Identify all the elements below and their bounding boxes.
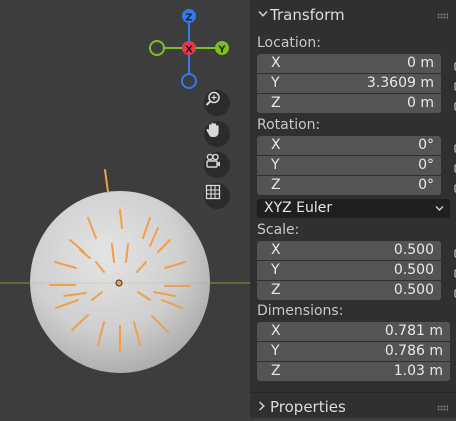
field-axis-label: Z — [271, 282, 281, 298]
properties-panel-header[interactable]: Properties — [250, 392, 456, 421]
dimensions-label: Dimensions: — [257, 303, 344, 319]
field-axis-label: Y — [271, 75, 280, 91]
rotation-mode-value: XYZ Euler — [264, 200, 333, 216]
transform-panel-header[interactable]: Transform — [250, 1, 456, 29]
pan-button[interactable] — [204, 121, 230, 147]
location-x-field[interactable]: X 0 m — [257, 54, 441, 73]
field-value: 0.786 m — [384, 343, 443, 359]
scale-label: Scale: — [257, 222, 300, 238]
field-axis-label: Z — [271, 363, 281, 379]
rotation-mode-dropdown[interactable]: XYZ Euler — [257, 199, 450, 218]
gizmo-x-label: X — [185, 45, 193, 56]
hand-pan-icon — [206, 122, 219, 137]
field-value: 0° — [418, 137, 434, 153]
field-value: 0.500 — [393, 242, 434, 258]
field-axis-label: Y — [271, 262, 280, 278]
viewport-canvas[interactable]: Z Y X — [0, 0, 250, 418]
dimensions-x-field[interactable]: X 0.781 m — [257, 322, 450, 341]
field-axis-label: X — [271, 242, 281, 258]
field-axis-label: Y — [271, 343, 280, 359]
drag-grip-icon[interactable] — [437, 405, 448, 411]
zoom-icon — [205, 91, 220, 106]
scale-y-field[interactable]: Y 0.500 — [257, 261, 441, 280]
field-axis-label: X — [271, 137, 281, 153]
transform-panel-title: Transform — [270, 6, 345, 24]
field-value: 0.500 — [393, 262, 434, 278]
field-axis-label: X — [271, 323, 281, 339]
field-value: 3.3609 m — [366, 75, 434, 91]
chevron-down-icon — [435, 206, 444, 211]
scale-z-field[interactable]: Z 0.500 — [257, 281, 441, 300]
field-axis-label: Z — [271, 95, 281, 111]
field-value: 0 m — [407, 95, 434, 111]
rotation-label: Rotation: — [257, 117, 321, 133]
dimensions-y-field[interactable]: Y 0.786 m — [257, 342, 450, 361]
gizmo-neg-y-handle[interactable] — [149, 40, 165, 56]
drag-grip-icon[interactable] — [437, 13, 448, 19]
field-value: 0° — [418, 157, 434, 173]
field-axis-label: Y — [271, 157, 280, 173]
field-value: 1.03 m — [393, 363, 443, 379]
field-value: 0 m — [407, 55, 434, 71]
dimensions-z-field[interactable]: Z 1.03 m — [257, 362, 450, 381]
rotation-x-field[interactable]: X 0° — [257, 136, 441, 155]
location-label: Location: — [257, 35, 321, 51]
gizmo-z-label: Z — [185, 13, 192, 24]
chevron-down-icon — [258, 10, 268, 17]
chevron-right-icon — [258, 401, 265, 411]
properties-panel-title: Properties — [270, 398, 346, 416]
zoom-button[interactable] — [204, 90, 230, 116]
scale-x-field[interactable]: X 0.500 — [257, 241, 441, 260]
toggle-ortho-button[interactable] — [204, 183, 230, 209]
field-value: 0.500 — [393, 282, 434, 298]
navigation-gizmo[interactable]: Z Y X — [149, 9, 229, 89]
gizmo-y-label: Y — [217, 45, 226, 56]
grid-ortho-icon — [205, 184, 221, 200]
sidebar-properties-panel: Transform Location: X 0 m Y 3.3609 m Z 0… — [250, 0, 456, 418]
field-value: 0.781 m — [384, 323, 443, 339]
camera-view-button[interactable] — [204, 152, 230, 178]
gizmo-neg-z-handle[interactable] — [181, 73, 197, 89]
location-y-field[interactable]: Y 3.3609 m — [257, 74, 441, 93]
3d-viewport[interactable]: Z Y X — [0, 0, 250, 418]
field-axis-label: X — [271, 55, 281, 71]
rotation-y-field[interactable]: Y 0° — [257, 156, 441, 175]
field-value: 0° — [418, 177, 434, 193]
location-z-field[interactable]: Z 0 m — [257, 94, 441, 113]
rotation-z-field[interactable]: Z 0° — [257, 176, 441, 195]
field-axis-label: Z — [271, 177, 281, 193]
camera-view-icon — [206, 153, 220, 168]
object-origin — [115, 279, 123, 287]
